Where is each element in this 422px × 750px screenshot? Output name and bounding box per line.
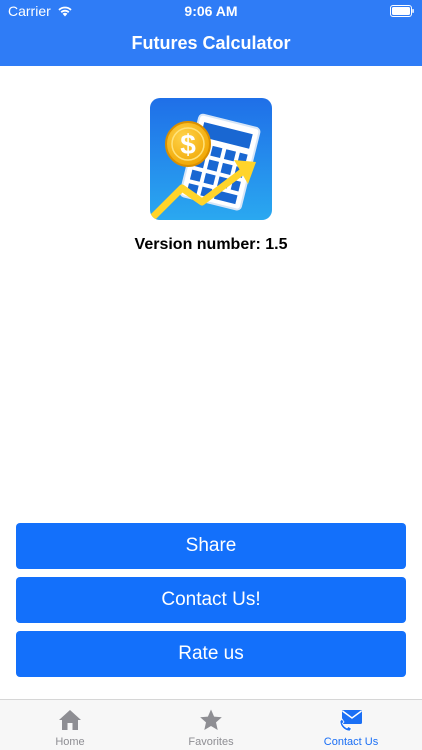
tab-home-label: Home — [55, 736, 85, 748]
tab-contact-us-label: Contact Us — [323, 736, 379, 748]
navigation-header: Carrier 9:06 AM Futures Calculator — [0, 0, 422, 66]
battery-icon — [390, 5, 414, 17]
home-icon — [59, 710, 81, 730]
tab-contact-us[interactable]: Contact Us — [281, 700, 421, 750]
svg-text:$: $ — [180, 129, 196, 160]
version-label: Version number: 1.5 — [134, 236, 288, 253]
envelope-phone-icon — [339, 710, 362, 732]
calculator-dollar-icon: $ — [150, 98, 272, 220]
rate-us-button[interactable]: Rate us — [16, 631, 406, 677]
page-title: Futures Calculator — [131, 33, 291, 53]
tab-favorites[interactable]: Favorites — [141, 700, 281, 750]
tab-favorites-label: Favorites — [188, 736, 234, 748]
status-bar: Carrier 9:06 AM — [0, 0, 422, 22]
star-icon — [200, 709, 222, 730]
contact-us-button[interactable]: Contact Us! — [16, 577, 406, 623]
status-time: 9:06 AM — [184, 3, 238, 19]
tab-bar: Home Favorites Contact Us — [0, 699, 422, 750]
tab-home[interactable]: Home — [0, 700, 140, 750]
share-button[interactable]: Share — [16, 523, 406, 569]
